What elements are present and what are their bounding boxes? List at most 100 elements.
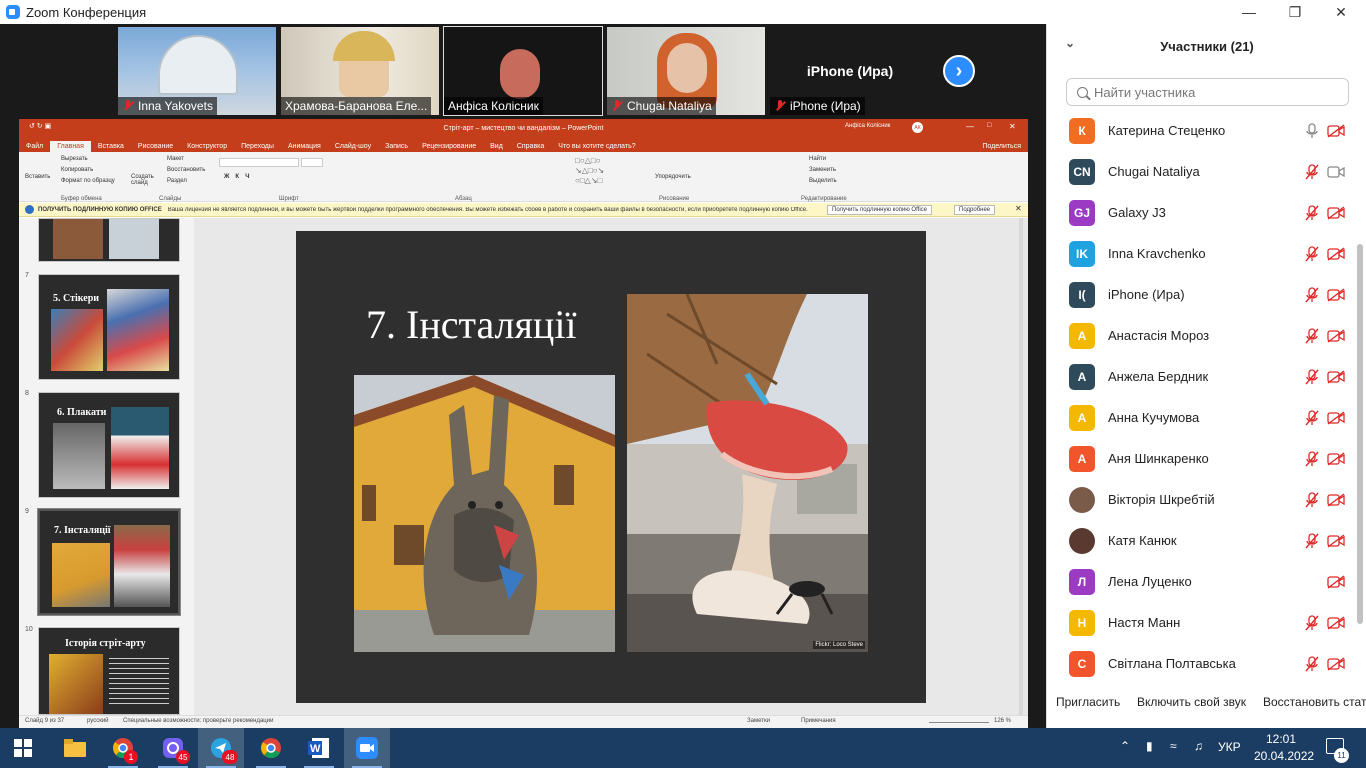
ppt-tab[interactable]: Рецензирование <box>415 141 483 152</box>
ppt-tab-active[interactable]: Главная <box>50 141 91 152</box>
learn-more-button[interactable]: Подробнее <box>954 205 996 215</box>
ppt-maximize-icon[interactable]: □ <box>987 122 991 129</box>
ppt-tab[interactable]: Файл <box>19 141 50 152</box>
slide-thumbnail[interactable]: 5. Стікери <box>38 274 180 380</box>
participants-panel: ⌄ Участники (21) Найти участника К Катери… <box>1046 24 1366 728</box>
video-tile-active-speaker[interactable]: Анфіса Колісник <box>443 26 603 116</box>
zoom-icon[interactable] <box>344 728 390 768</box>
status-language[interactable]: русский <box>87 718 109 724</box>
video-tile[interactable]: Chugai Nataliya <box>606 26 766 116</box>
ppt-tab[interactable]: Вид <box>483 141 510 152</box>
close-warning-icon[interactable]: ✕ <box>1015 204 1022 213</box>
wifi-icon[interactable]: ≈ <box>1170 739 1177 753</box>
ribbon-layout[interactable]: Макет <box>167 156 184 162</box>
ppt-minimize-icon[interactable]: — <box>966 122 974 131</box>
participant-row[interactable]: Н Настя Манн <box>1047 602 1353 643</box>
ribbon-new-slide[interactable]: Создать слайд <box>131 174 157 186</box>
maximize-button[interactable]: ❐ <box>1272 0 1318 24</box>
ppt-tab[interactable]: Переходы <box>234 141 281 152</box>
participant-row[interactable]: А Анжела Бердник <box>1047 356 1353 397</box>
ribbon-reset[interactable]: Восстановить <box>167 167 205 173</box>
ppt-quick-access-icons[interactable]: ↺ ↻ ▣ <box>29 122 51 130</box>
battery-icon[interactable]: ▮ <box>1146 739 1153 753</box>
ribbon-section[interactable]: Раздел <box>167 178 187 184</box>
minimize-button[interactable]: — <box>1226 0 1272 24</box>
ribbon-find[interactable]: Найти <box>809 156 826 162</box>
video-tile[interactable]: Храмова-Баранова Еле... <box>280 26 440 116</box>
slide-thumbnail[interactable] <box>38 218 180 262</box>
participant-row[interactable]: IK Inna Kravchenko <box>1047 233 1353 274</box>
ppt-share-button[interactable]: Поделиться <box>975 141 1028 152</box>
video-camera-off-icon <box>1327 205 1345 220</box>
participant-row[interactable]: CN Chugai Nataliya <box>1047 151 1353 192</box>
participant-name: Настя Манн <box>1108 615 1181 630</box>
word-icon[interactable]: W <box>296 728 342 768</box>
video-tile[interactable]: Inna Yakovets <box>117 26 277 116</box>
participant-row[interactable]: Вікторія Шкребтій <box>1047 479 1353 520</box>
invite-button[interactable]: Пригласить <box>1056 695 1120 709</box>
ppt-tab[interactable]: Вставка <box>91 141 131 152</box>
status-notes[interactable]: Заметки <box>747 718 770 724</box>
ppt-tell-me[interactable]: Что вы хотите сделать? <box>551 141 642 152</box>
ribbon-select[interactable]: Выделить <box>809 178 837 184</box>
ppt-tab[interactable]: Справка <box>510 141 551 152</box>
ppt-tab[interactable]: Анимация <box>281 141 328 152</box>
ribbon-copy[interactable]: Копировать <box>61 167 93 173</box>
font-format-icons[interactable]: ЖКЧ <box>224 174 255 180</box>
ppt-tab[interactable]: Конструктор <box>180 141 234 152</box>
volume-icon[interactable]: ♫ <box>1194 739 1203 753</box>
clock-date[interactable]: 20.04.2022 <box>1254 749 1314 763</box>
chevron-down-icon[interactable]: ⌄ <box>1065 36 1075 50</box>
participant-name: Анжела Бердник <box>1108 369 1209 384</box>
slide-thumbnail-selected[interactable]: 7. Інсталяції <box>37 508 181 616</box>
slide-thumbnail[interactable]: 6. Плакати <box>38 392 180 498</box>
close-button[interactable]: ✕ <box>1318 0 1364 24</box>
microphone-muted-icon <box>1305 245 1319 262</box>
ribbon-arrange[interactable]: Упорядочить <box>655 174 691 180</box>
chrome-profile-icon[interactable] <box>248 728 294 768</box>
file-explorer-icon[interactable] <box>52 728 98 768</box>
ppt-tab[interactable]: Рисование <box>131 141 180 152</box>
ppt-tab[interactable]: Слайд-шоу <box>328 141 378 152</box>
participant-row[interactable]: GJ Galaxy J3 <box>1047 192 1353 233</box>
next-page-arrow-icon[interactable]: › <box>943 55 975 87</box>
ribbon-format-painter[interactable]: Формат по образцу <box>61 178 115 184</box>
current-slide[interactable]: 7. Інсталяції Flickr: Loco Steve <box>296 231 926 703</box>
participant-row[interactable]: С Світлана Полтавська <box>1047 643 1353 684</box>
ppt-tab[interactable]: Запись <box>378 141 415 152</box>
ribbon-paste[interactable]: Вставить <box>25 174 50 180</box>
ppt-close-icon[interactable]: ✕ <box>1009 122 1016 131</box>
video-tile[interactable]: iPhone (Ира) iPhone (Ира) <box>769 26 929 116</box>
ppt-user-avatar[interactable]: АК <box>912 122 923 133</box>
ribbon-replace[interactable]: Заменить <box>809 167 836 173</box>
restore-status-button[interactable]: Восстановить стату <box>1263 695 1366 709</box>
clock-time[interactable]: 12:01 <box>1266 732 1296 746</box>
tray-chevron-icon[interactable]: ⌃ <box>1120 739 1130 753</box>
telegram-icon[interactable]: 48 <box>198 728 244 768</box>
participant-row[interactable]: А Аня Шинкаренко <box>1047 438 1353 479</box>
font-name-box[interactable] <box>219 158 299 167</box>
language-indicator[interactable]: УКР <box>1218 740 1241 754</box>
status-accessibility[interactable]: Специальные возможности: проверьте реком… <box>123 718 273 724</box>
windows-start-icon[interactable] <box>0 728 46 768</box>
unmute-self-button[interactable]: Включить свой звук <box>1137 695 1246 709</box>
participant-row[interactable]: А Анна Кучумова <box>1047 397 1353 438</box>
font-size-box[interactable] <box>301 158 323 167</box>
slide-thumbnail[interactable]: Історія стріт-арту <box>38 627 180 715</box>
chrome-icon[interactable]: 1 <box>100 728 146 768</box>
participant-row[interactable]: К Катерина Стеценко <box>1047 110 1353 151</box>
participant-row[interactable]: I(iPhone (Ира) <box>1047 274 1353 315</box>
shapes-gallery-icon[interactable]: □○△□○ ↘△□○↘ ○□△↘□ <box>575 156 635 190</box>
status-comments[interactable]: Примечания <box>801 718 836 724</box>
participant-row[interactable]: Л Лена Луценко <box>1047 561 1353 602</box>
zoom-slider[interactable] <box>929 722 989 723</box>
participant-row[interactable]: А Анастасія Мороз <box>1047 315 1353 356</box>
slide-scrollbar[interactable] <box>1019 218 1023 715</box>
ribbon-cut[interactable]: Вырезать <box>61 156 88 162</box>
participant-search-input[interactable]: Найти участника <box>1066 78 1349 106</box>
participant-row[interactable]: Катя Канюк <box>1047 520 1353 561</box>
viber-icon[interactable]: 45 <box>150 728 196 768</box>
status-zoom[interactable]: 126 % <box>994 718 1011 724</box>
participants-scrollbar[interactable] <box>1357 244 1363 624</box>
get-genuine-button[interactable]: Получить подлинную копию Office <box>827 205 932 215</box>
